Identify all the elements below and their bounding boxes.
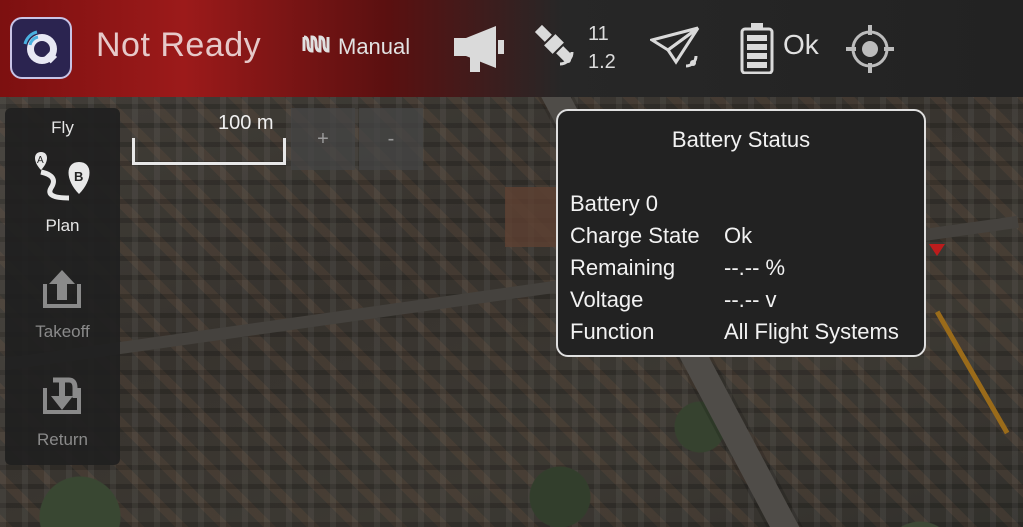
scale-line xyxy=(133,162,285,165)
paper-plane-icon[interactable] xyxy=(650,26,704,68)
satellite-icon[interactable] xyxy=(530,20,582,72)
scale-tick-right xyxy=(283,138,286,165)
zoom-in-button[interactable]: + xyxy=(291,108,355,170)
takeoff-arrow-icon xyxy=(39,268,85,315)
takeoff-button[interactable]: Takeoff xyxy=(5,266,120,346)
flight-mode-selector[interactable]: Manual xyxy=(302,33,410,61)
voltage-value: --.-- v xyxy=(724,287,777,312)
plan-button[interactable]: A B Plan xyxy=(5,146,120,236)
satellite-info[interactable]: 11 1.2 xyxy=(588,20,616,76)
voltage-label: Voltage xyxy=(570,287,644,312)
battery-icon[interactable] xyxy=(740,22,774,74)
charge-state-value: Ok xyxy=(724,223,753,248)
scale-label: 100 m xyxy=(218,112,274,134)
satellite-count: 11 xyxy=(588,23,609,45)
svg-text:A: A xyxy=(37,155,44,166)
flight-mode-label: Manual xyxy=(338,34,411,59)
remaining-label: Remaining xyxy=(570,255,676,280)
remaining-value: --.-- % xyxy=(724,255,786,280)
crosshair-icon[interactable] xyxy=(845,24,895,74)
qgc-logo-icon[interactable] xyxy=(10,17,72,79)
plan-label: Plan xyxy=(45,216,80,235)
battery-name: Battery 0 xyxy=(570,191,659,216)
return-label: Return xyxy=(36,430,89,449)
takeoff-label: Takeoff xyxy=(35,322,90,341)
map-scale-bar: 100 m xyxy=(130,112,290,167)
svg-text:B: B xyxy=(74,169,83,184)
zoom-out-button[interactable]: - xyxy=(359,108,423,170)
function-label: Function xyxy=(570,319,655,344)
battery-status-text[interactable]: Ok xyxy=(783,29,819,61)
function-value: All Flight Systems xyxy=(724,319,899,344)
return-arrow-icon xyxy=(39,372,85,421)
popup-title: Battery Status xyxy=(671,127,811,152)
return-button[interactable]: Return xyxy=(5,370,120,455)
battery-status-popup: Battery Status Battery 0 Charge State Ok… xyxy=(556,109,926,357)
flight-mode-icon xyxy=(302,33,332,61)
charge-state-label: Charge State xyxy=(570,223,700,248)
route-a-b-icon: A B xyxy=(29,148,97,213)
satellite-hdop: 1.2 xyxy=(588,51,616,73)
vehicle-status-text[interactable]: Not Ready xyxy=(96,26,261,65)
megaphone-icon[interactable] xyxy=(452,24,506,74)
fly-label: Fly xyxy=(51,118,74,137)
fly-toolstrip: Fly A B Plan Takeoff Return xyxy=(5,108,120,465)
scale-tick-left xyxy=(132,138,135,165)
top-toolbar: Not Ready Manual 11 1.2 Ok xyxy=(0,0,1023,97)
